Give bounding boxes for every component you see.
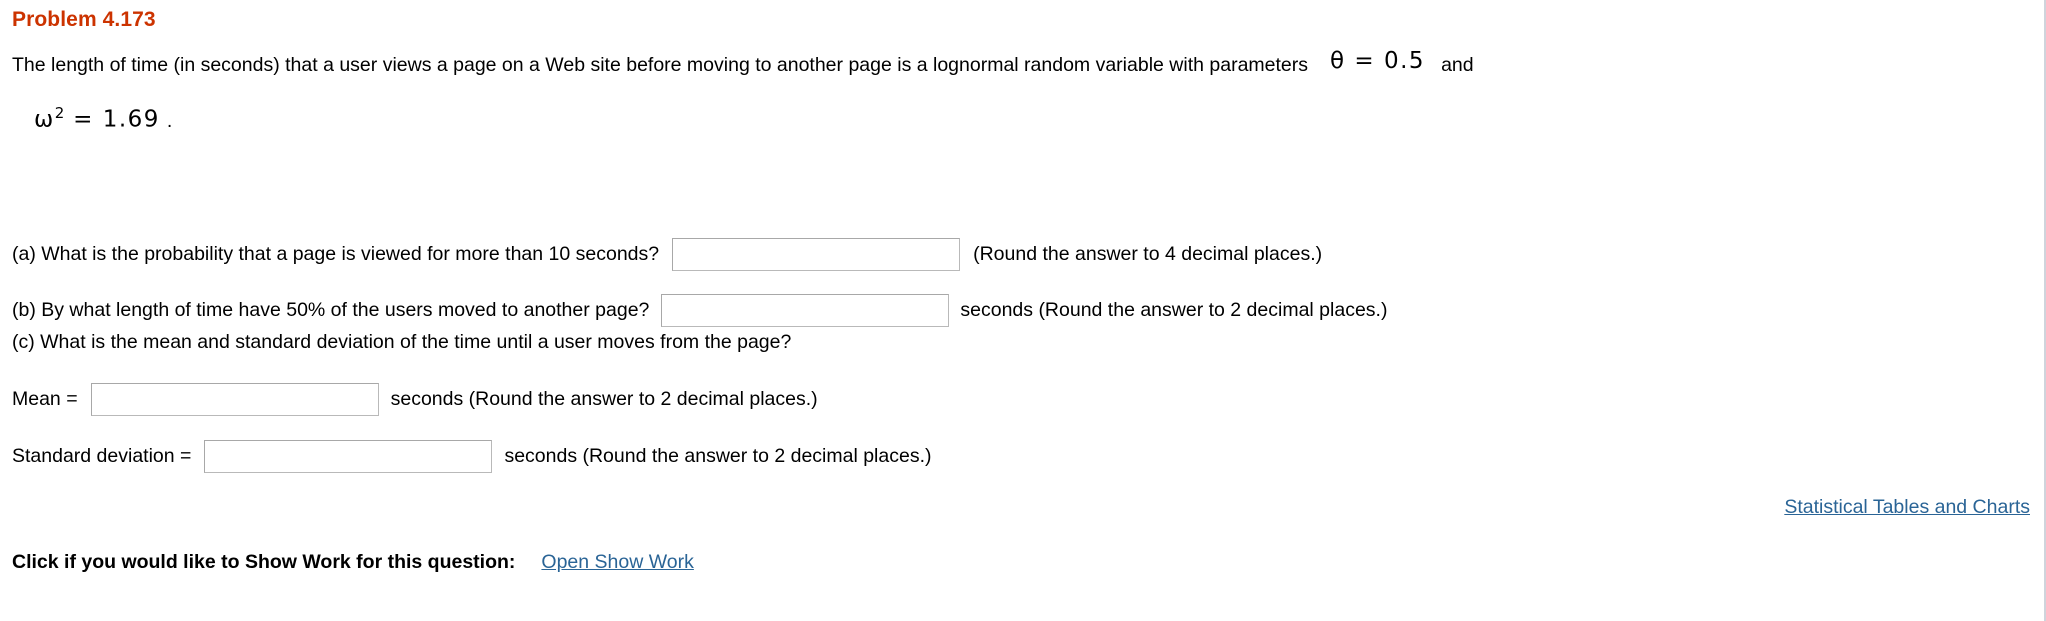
- part-a-label: (a) What is the probability that a page …: [12, 243, 660, 265]
- mean-label: Mean =: [12, 388, 78, 410]
- statistical-tables-and-charts-link[interactable]: Statistical Tables and Charts: [1784, 496, 2030, 519]
- mean-row: Mean = seconds (Round the answer to 2 de…: [12, 383, 818, 416]
- math-omega-symbol: ω: [34, 106, 55, 133]
- part-c-label: (c) What is the mean and standard deviat…: [12, 331, 792, 353]
- page-title: Problem 4.173: [12, 8, 156, 31]
- question-part-a: (a) What is the probability that a page …: [12, 238, 1322, 271]
- part-b-label: (b) By what length of time have 50% of t…: [12, 299, 650, 321]
- standard-deviation-hint: seconds (Round the answer to 2 decimal p…: [504, 445, 932, 467]
- question-part-c: (c) What is the mean and standard deviat…: [12, 331, 791, 354]
- standard-deviation-answer-input[interactable]: [204, 440, 493, 473]
- problem-statement-line-2: ω2 = 1.69.: [34, 104, 172, 133]
- statement-text: The length of time (in seconds) that a u…: [12, 54, 1309, 76]
- part-a-answer-input[interactable]: [672, 238, 961, 271]
- part-b-hint: seconds (Round the answer to 2 decimal p…: [960, 299, 1388, 321]
- problem-statement-line-1: The length of time (in seconds) that a u…: [12, 49, 1474, 77]
- open-show-work-link[interactable]: Open Show Work: [541, 551, 693, 574]
- problem-page: Problem 4.173 The length of time (in sec…: [0, 0, 2046, 621]
- math-omega-exponent: 2: [54, 104, 65, 122]
- standard-deviation-label: Standard deviation =: [12, 445, 192, 467]
- part-b-answer-input[interactable]: [661, 294, 950, 327]
- statement-period: .: [166, 109, 173, 132]
- statement-conjunction: and: [1441, 54, 1474, 76]
- question-part-b: (b) By what length of time have 50% of t…: [12, 294, 1387, 327]
- standard-deviation-row: Standard deviation = seconds (Round the …: [12, 440, 932, 473]
- show-work-prompt: Click if you would like to Show Work for…: [12, 551, 516, 573]
- mean-hint: seconds (Round the answer to 2 decimal p…: [390, 388, 818, 410]
- part-a-hint: (Round the answer to 4 decimal places.): [973, 243, 1323, 265]
- show-work-row: Click if you would like to Show Work for…: [12, 551, 694, 574]
- math-omega-value: = 1.69: [73, 106, 160, 133]
- mean-answer-input[interactable]: [90, 383, 379, 416]
- math-theta-expression: θ = 0.5: [1330, 48, 1426, 74]
